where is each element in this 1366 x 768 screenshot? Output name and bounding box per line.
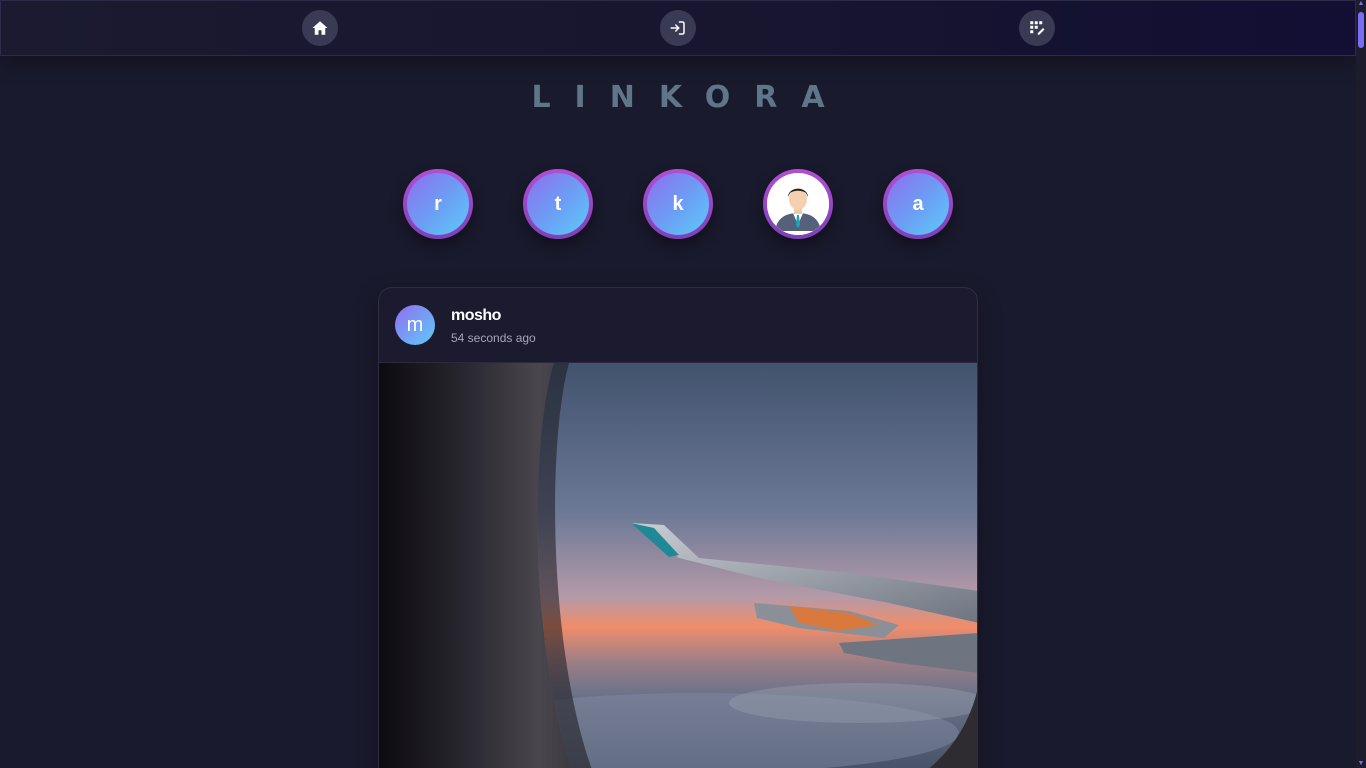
user-avatar-icon: [767, 173, 829, 235]
story-letter: r: [407, 173, 469, 235]
login-icon: [670, 21, 685, 35]
post-timestamp: 54 seconds ago: [451, 331, 536, 345]
brand-title: LINKORA: [531, 80, 849, 115]
story-photo[interactable]: [763, 169, 833, 239]
post-username[interactable]: mosho: [451, 307, 501, 325]
home-icon: [312, 21, 328, 35]
story-letter: t: [527, 173, 589, 235]
post-image[interactable]: [379, 363, 978, 768]
story-letter: k: [647, 173, 709, 235]
navbar: [0, 0, 1356, 56]
scroll-thumb[interactable]: [1358, 12, 1364, 48]
scroll-up-icon[interactable]: ▲: [1357, 0, 1365, 8]
home-button[interactable]: [302, 10, 338, 46]
story-a[interactable]: a: [883, 169, 953, 239]
scroll-down-icon[interactable]: ▼: [1357, 760, 1365, 768]
avatar[interactable]: m: [395, 305, 435, 345]
story-k[interactable]: k: [643, 169, 713, 239]
story-letter: a: [887, 173, 949, 235]
login-button[interactable]: [660, 10, 696, 46]
post-header: m mosho 54 seconds ago: [379, 288, 977, 363]
edit-icon: [1030, 21, 1045, 35]
edit-button[interactable]: [1019, 10, 1055, 46]
stories-bar: r t k a: [403, 169, 955, 241]
story-t[interactable]: t: [523, 169, 593, 239]
story-r[interactable]: r: [403, 169, 473, 239]
scrollbar[interactable]: ▲ ▼: [1356, 0, 1366, 768]
post-card: m mosho 54 seconds ago: [378, 287, 978, 768]
